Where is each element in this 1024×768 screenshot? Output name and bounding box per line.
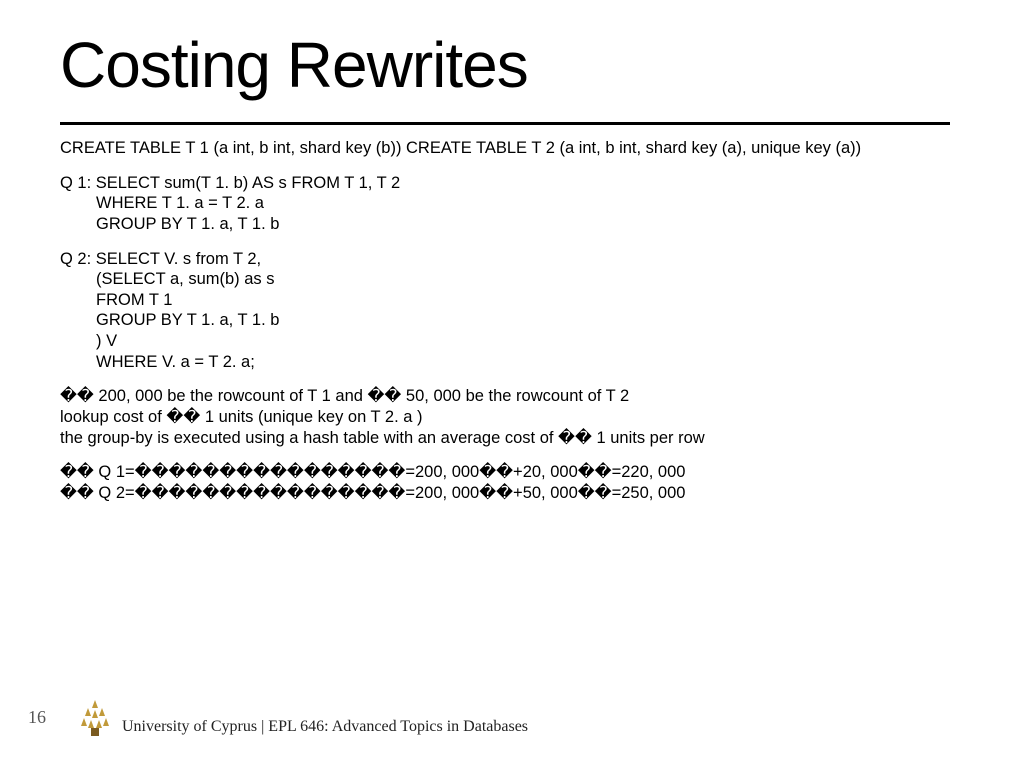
footer-text: University of Cyprus | EPL 646: Advanced… [122,718,528,738]
footer: University of Cyprus | EPL 646: Advanced… [78,698,528,738]
page-number: 16 [28,707,46,728]
assume-line2: lookup cost of �� 1 units (unique key on… [60,408,423,426]
title-underline [60,122,950,125]
q2-line3: FROM T 1 [60,290,950,311]
assumptions: �� 200, 000 be the rowcount of T 1 and �… [60,386,950,448]
q2-line6: WHERE V. a = T 2. a; [60,352,950,373]
q2-line5: ) V [60,331,950,352]
slide-body: CREATE TABLE T 1 (a int, b int, shard ke… [60,138,950,503]
q2-line2: (SELECT a, sum(b) as s [60,269,950,290]
q2-line4: GROUP BY T 1. a, T 1. b [60,310,950,331]
query-q1: Q 1: SELECT sum(T 1. b) AS s FROM T 1, T… [60,173,950,235]
q1-line2: WHERE T 1. a = T 2. a [60,193,950,214]
query-q2: Q 2: SELECT V. s from T 2, (SELECT a, su… [60,249,950,373]
assume-line1: �� 200, 000 be the rowcount of T 1 and �… [60,387,629,405]
q1-line1: Q 1: SELECT sum(T 1. b) AS s FROM T 1, T… [60,174,400,192]
cost-q2: �� Q 2=����������������=200, 000��+50, 0… [60,483,950,504]
assume-line3: the group-by is executed using a hash ta… [60,429,705,447]
cost-block: �� Q 1=����������������=200, 000��+20, 0… [60,462,950,503]
slide: Costing Rewrites CREATE TABLE T 1 (a int… [0,0,1024,768]
university-logo-icon [78,698,112,738]
slide-title: Costing Rewrites [60,28,528,102]
q1-line3: GROUP BY T 1. a, T 1. b [60,214,950,235]
ddl-text: CREATE TABLE T 1 (a int, b int, shard ke… [60,138,950,159]
q2-line1: Q 2: SELECT V. s from T 2, [60,250,261,268]
cost-q1: �� Q 1=����������������=200, 000��+20, 0… [60,462,950,483]
